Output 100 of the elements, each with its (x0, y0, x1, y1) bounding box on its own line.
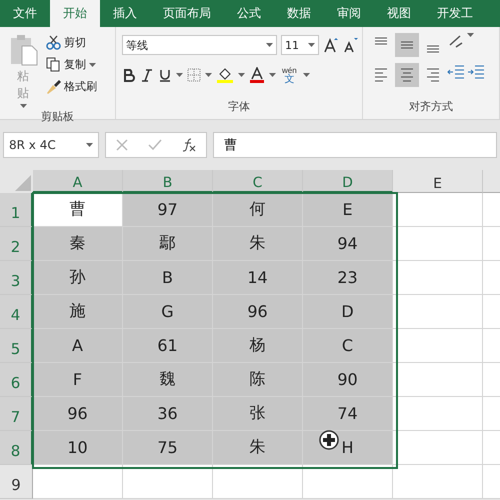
decrease-indent-icon[interactable] (447, 63, 465, 79)
cell-text: 张 (250, 403, 266, 424)
column-header[interactable]: C (213, 170, 303, 193)
cell-text: 魏 (160, 369, 176, 390)
cell-text: F (72, 370, 82, 389)
cell-text: 61 (157, 336, 178, 355)
caret-icon (20, 104, 26, 108)
cell-text: 75 (157, 438, 178, 457)
row-header[interactable]: 9 (0, 465, 33, 499)
decrease-font-icon[interactable] (343, 37, 359, 53)
caret-icon (89, 62, 96, 66)
cell-text: 朱 (250, 233, 266, 254)
row-header[interactable]: 4 (0, 295, 33, 329)
caret-icon (238, 73, 245, 77)
cell-text: 施 (70, 301, 86, 322)
ribbon-tab[interactable]: 文件 (0, 0, 50, 27)
cell-text: 10 (67, 438, 88, 457)
borders-icon[interactable] (187, 68, 201, 82)
group-label: 对齐方式 (408, 99, 454, 115)
row-header[interactable]: 5 (0, 329, 33, 363)
ribbon-button[interactable]: 格式刷 (46, 77, 97, 96)
cell-text: 14 (247, 268, 268, 287)
cell-text: H (341, 438, 354, 457)
cell-text: 陈 (250, 369, 266, 390)
copy-icon (46, 57, 61, 72)
increase-font-icon[interactable] (323, 37, 339, 53)
cell-text: 曹 (70, 199, 86, 220)
ribbon-tab[interactable]: 页面布局 (150, 0, 224, 27)
font-size-dropdown[interactable]: 11 (281, 35, 319, 55)
cell-text: 23 (337, 268, 358, 287)
caret-icon (176, 73, 183, 77)
align-button[interactable] (395, 63, 419, 87)
function-icon[interactable] (182, 138, 196, 152)
row-header[interactable]: 6 (0, 363, 33, 397)
column-header[interactable]: B (123, 170, 213, 193)
brush-icon (46, 79, 61, 94)
cell-text: A (72, 336, 83, 355)
cell-text: 90 (337, 370, 358, 389)
cell-text: 杨 (250, 335, 266, 356)
caret-icon (269, 73, 276, 77)
cell-text: C (342, 336, 354, 355)
name-box[interactable]: 8R x 4C (3, 132, 99, 158)
formula-bar[interactable]: 曹 (213, 132, 497, 158)
cell-text: G (161, 302, 174, 321)
cell-text: 孙 (70, 267, 86, 288)
font-color-icon[interactable] (249, 67, 265, 83)
check-icon[interactable] (148, 139, 162, 151)
cell-text: 36 (157, 404, 178, 423)
row-header[interactable]: 3 (0, 261, 33, 295)
align-icon (374, 68, 388, 82)
fill-color-icon[interactable] (216, 67, 234, 83)
ribbon-tab[interactable]: 开始 (50, 0, 100, 27)
cell-text: 97 (157, 200, 178, 219)
cell-text: 秦 (70, 233, 86, 254)
row-header[interactable]: 8 (0, 431, 33, 465)
caret-icon (308, 43, 315, 47)
clipboard-icon (8, 34, 38, 66)
ribbon-button[interactable]: 复制 (46, 55, 97, 74)
cell-text: B (162, 268, 173, 287)
align-icon (426, 68, 440, 82)
ribbon-tab[interactable]: 开发工 (424, 0, 486, 27)
ribbon-tab[interactable]: 视图 (374, 0, 424, 27)
align-icon (400, 68, 414, 82)
increase-indent-icon[interactable] (467, 63, 485, 79)
bold-icon[interactable] (122, 68, 136, 82)
caret-icon (467, 33, 474, 37)
underline-icon[interactable] (158, 68, 172, 82)
cell-text: D (341, 302, 354, 321)
caret-icon (205, 73, 212, 77)
ribbon-tab[interactable]: 数据 (274, 0, 324, 27)
column-header[interactable]: A (33, 170, 123, 193)
font-name-dropdown[interactable]: 等线 (122, 35, 277, 55)
cell-text: 何 (250, 199, 266, 220)
align-icon (400, 41, 414, 49)
cell-text: 朱 (250, 437, 266, 458)
cell-text: 94 (337, 234, 358, 253)
italic-icon[interactable] (140, 68, 154, 82)
ribbon-tab[interactable]: 审阅 (324, 0, 374, 27)
caret-icon (266, 43, 273, 47)
row-header[interactable]: 1 (0, 193, 33, 227)
caret-icon (302, 73, 310, 77)
cell-text: 74 (337, 404, 358, 423)
cell-text: 96 (247, 302, 268, 321)
caret-icon (86, 143, 93, 147)
crosshair-cursor-icon (319, 430, 339, 450)
row-header[interactable]: 7 (0, 397, 33, 431)
align-button[interactable] (395, 33, 419, 57)
group-label: 字体 (227, 99, 251, 115)
row-header[interactable]: 2 (0, 227, 33, 261)
ribbon-tab[interactable]: 插入 (100, 0, 150, 27)
scissors-icon (46, 35, 61, 50)
column-header[interactable]: D (303, 170, 393, 193)
column-header[interactable]: E (393, 170, 483, 193)
cell-text: E (342, 200, 353, 219)
phonetic-button[interactable]: wén 文 (280, 66, 299, 84)
group-label: 剪贴板 (40, 109, 75, 125)
cell-text: 鄢 (160, 233, 176, 254)
align-icon (426, 45, 440, 53)
ribbon-tab[interactable]: 公式 (224, 0, 274, 27)
ribbon-button[interactable]: 剪切 (46, 33, 97, 52)
